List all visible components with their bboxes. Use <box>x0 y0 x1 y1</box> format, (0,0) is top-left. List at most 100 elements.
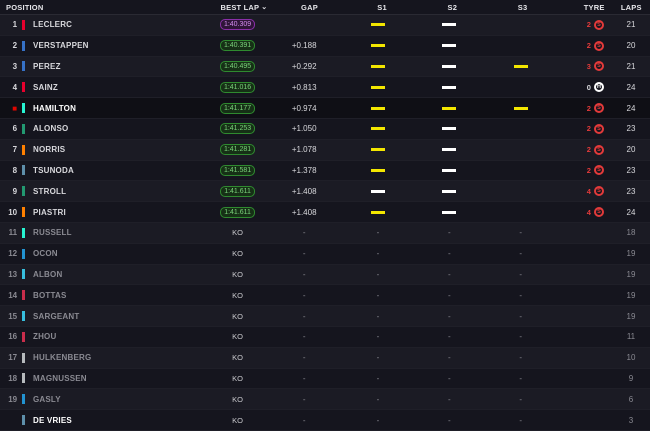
team-color-bar <box>22 415 25 426</box>
s3-dash: - <box>519 332 523 342</box>
driver-name[interactable]: HULKENBERG <box>33 353 209 362</box>
table-row[interactable]: 18 MAGNUSSEN KO - - - - 9 <box>0 368 650 390</box>
driver-name[interactable]: TSUNODA <box>33 166 209 175</box>
best-lap-cell: KO <box>209 353 266 362</box>
table-row[interactable]: 3 PEREZ 1:40.495 +0.292 3 S 21 <box>0 56 650 78</box>
s1-cell <box>342 64 413 68</box>
s2-dash: - <box>447 353 451 363</box>
laps-count: 6 <box>628 394 634 404</box>
driver-name[interactable]: MAGNUSSEN <box>33 374 209 383</box>
table-row[interactable]: 9 STROLL 1:41.611 +1.408 4 S 23 <box>0 181 650 203</box>
table-row[interactable]: 2 VERSTAPPEN 1:40.391 +0.188 2 S 20 <box>0 35 650 57</box>
s2-dash: - <box>447 311 451 321</box>
gap-value: - <box>302 394 306 404</box>
gap-value: +0.292 <box>291 61 317 71</box>
driver-name[interactable]: PEREZ <box>33 62 209 71</box>
s1-cell: - <box>342 416 413 425</box>
gap-value: - <box>302 290 306 300</box>
header-gap[interactable]: GAP <box>272 3 347 12</box>
laps-count: 19 <box>626 290 636 300</box>
table-row[interactable]: 7 NORRIS 1:41.281 +1.078 2 S 20 <box>0 139 650 161</box>
table-row[interactable]: 17 HULKENBERG KO - - - - 10 <box>0 347 650 369</box>
team-color-bar <box>22 248 25 259</box>
table-row[interactable]: 11 RUSSELL KO - - - - 18 <box>0 222 650 244</box>
best-lap-cell: 1:41.281 <box>209 144 266 156</box>
header-position[interactable]: POSITION <box>0 3 100 12</box>
s1-cell <box>342 210 413 214</box>
laps-count: 21 <box>626 61 636 71</box>
position-number: 12 <box>8 249 18 259</box>
driver-name[interactable]: BOTTAS <box>33 291 209 300</box>
laps-count: 23 <box>626 165 636 175</box>
table-row[interactable]: ■ HAMILTON 1:41.177 +0.974 2 S 24 <box>0 98 650 119</box>
driver-name[interactable]: OCON <box>33 249 209 258</box>
s2-cell <box>414 168 485 172</box>
s2-sector-bar <box>442 64 457 68</box>
driver-name[interactable]: SAINZ <box>33 83 209 92</box>
driver-name[interactable]: DE VRIES <box>33 416 209 425</box>
table-row[interactable]: 16 ZHOU KO - - - - 11 <box>0 326 650 348</box>
laps-count: 24 <box>626 82 636 92</box>
s2-cell <box>414 189 485 193</box>
gap-value: +1.050 <box>291 124 317 134</box>
gap-value: +1.408 <box>291 207 317 217</box>
driver-name[interactable]: PIASTRI <box>33 208 209 217</box>
table-row[interactable]: 15 SARGEANT KO - - - - 19 <box>0 306 650 327</box>
tyre-cell: 2S <box>556 103 604 114</box>
best-lap-time: 1:40.391 <box>219 40 256 52</box>
position-number: 17 <box>8 353 18 363</box>
s1-dash: - <box>376 249 380 259</box>
table-row[interactable]: 19 GASLY KO - - - - 6 <box>0 389 650 411</box>
s2-cell <box>414 85 485 89</box>
best-lap-time: 1:41.281 <box>219 144 256 156</box>
driver-name[interactable]: HAMILTON <box>33 104 209 113</box>
best-lap-cell: KO <box>209 291 266 300</box>
s1-sector-bar <box>370 168 385 172</box>
header-laps[interactable]: LAPS <box>613 3 650 12</box>
driver-name[interactable]: GASLY <box>33 395 209 404</box>
knocked-out-label: KO <box>232 332 243 342</box>
table-row[interactable]: 8 TSUNODA 1:41.581 +1.378 2 S 23 <box>0 160 650 182</box>
driver-name[interactable]: ALBON <box>33 270 209 279</box>
table-row[interactable]: 14 BOTTAS KO - - - - 19 <box>0 285 650 307</box>
header-tyre[interactable]: TYRE <box>558 3 605 12</box>
gap-value: - <box>302 332 306 342</box>
team-color-bar <box>22 40 25 51</box>
driver-name[interactable]: SARGEANT <box>33 312 209 321</box>
header-best-lap[interactable]: BEST LAP ⌄ <box>216 3 272 12</box>
team-color-bar <box>22 165 25 176</box>
table-row[interactable]: 13 ALBON KO - - - - 19 <box>0 264 650 286</box>
s2-cell <box>414 210 485 214</box>
knocked-out-label: KO <box>232 353 243 363</box>
tyre-cell: 2S <box>556 40 604 51</box>
s3-dash: - <box>519 373 523 383</box>
driver-name[interactable]: NORRIS <box>33 145 209 154</box>
table-row[interactable]: 10 PIASTRI 1:41.611 +1.408 4 S 24 <box>0 202 650 223</box>
table-row[interactable]: 1 LECLERC 1:40.309 2 S 21 <box>0 15 650 36</box>
laps-count: 23 <box>626 124 636 134</box>
s2-cell <box>414 148 485 152</box>
s1-sector-bar <box>370 210 385 214</box>
table-row[interactable]: 6 ALONSO 1:41.253 +1.050 2 S 23 <box>0 118 650 140</box>
header-s3[interactable]: S3 <box>487 3 557 12</box>
tyre-age: 4 <box>586 186 591 196</box>
s2-dash: - <box>447 332 451 342</box>
position-number: 10 <box>8 207 18 217</box>
driver-name[interactable]: VERSTAPPEN <box>33 41 209 50</box>
driver-name[interactable]: STROLL <box>33 187 209 196</box>
driver-name[interactable]: LECLERC <box>33 20 209 29</box>
header-s2[interactable]: S2 <box>417 3 487 12</box>
driver-name[interactable]: ZHOU <box>33 332 209 341</box>
driver-name[interactable]: ALONSO <box>33 124 209 133</box>
driver-name[interactable]: RUSSELL <box>33 228 209 237</box>
laps-count: 10 <box>626 353 636 363</box>
table-row[interactable]: DE VRIES KO - - - - 3 <box>0 410 650 431</box>
tyre-cell: 2S <box>556 19 604 30</box>
header-s1[interactable]: S1 <box>347 3 417 12</box>
s1-sector-bar <box>370 148 385 152</box>
tyre-cell: 2S <box>556 123 604 134</box>
table-row[interactable]: 12 OCON KO - - - - 19 <box>0 243 650 265</box>
table-row[interactable]: 4 SAINZ 1:41.016 +0.813 0 H 24 <box>0 77 650 99</box>
s1-cell <box>342 106 413 110</box>
s1-dash: - <box>376 311 380 321</box>
